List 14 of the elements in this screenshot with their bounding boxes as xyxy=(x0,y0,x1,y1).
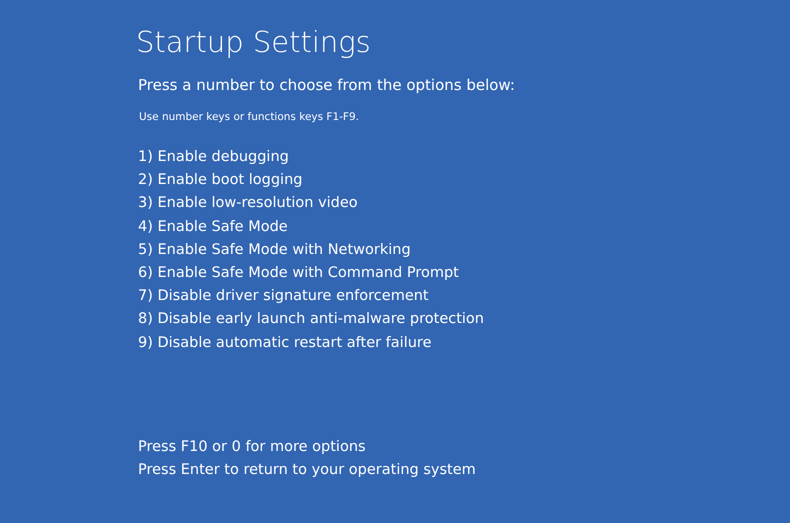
startup-option: 7) Disable driver signature enforcement xyxy=(138,285,790,308)
instruction-text: Press a number to choose from the options below: xyxy=(138,75,516,95)
hint-text: Use number keys or functions keys F1-F9. xyxy=(139,110,360,124)
startup-option: 5) Enable Safe Mode with Networking xyxy=(138,238,790,262)
startup-option: 2) Enable boot logging xyxy=(138,169,790,192)
footer-instruction: Press Enter to return to your operating system xyxy=(138,461,477,480)
startup-option: 6) Enable Safe Mode with Command Prompt xyxy=(138,262,790,286)
startup-option: 4) Enable Safe Mode xyxy=(138,216,790,239)
startup-option: 3) Enable low-resolution video xyxy=(138,192,790,216)
startup-option: 9) Disable automatic restart after failure xyxy=(138,332,790,355)
startup-option: 1) Enable debugging xyxy=(138,146,790,170)
startup-option: 8) Disable early launch anti-malware protection xyxy=(138,308,790,332)
screen-title: Startup Settings xyxy=(136,24,372,61)
footer-instruction: Press F10 or 0 for more options xyxy=(138,438,367,457)
